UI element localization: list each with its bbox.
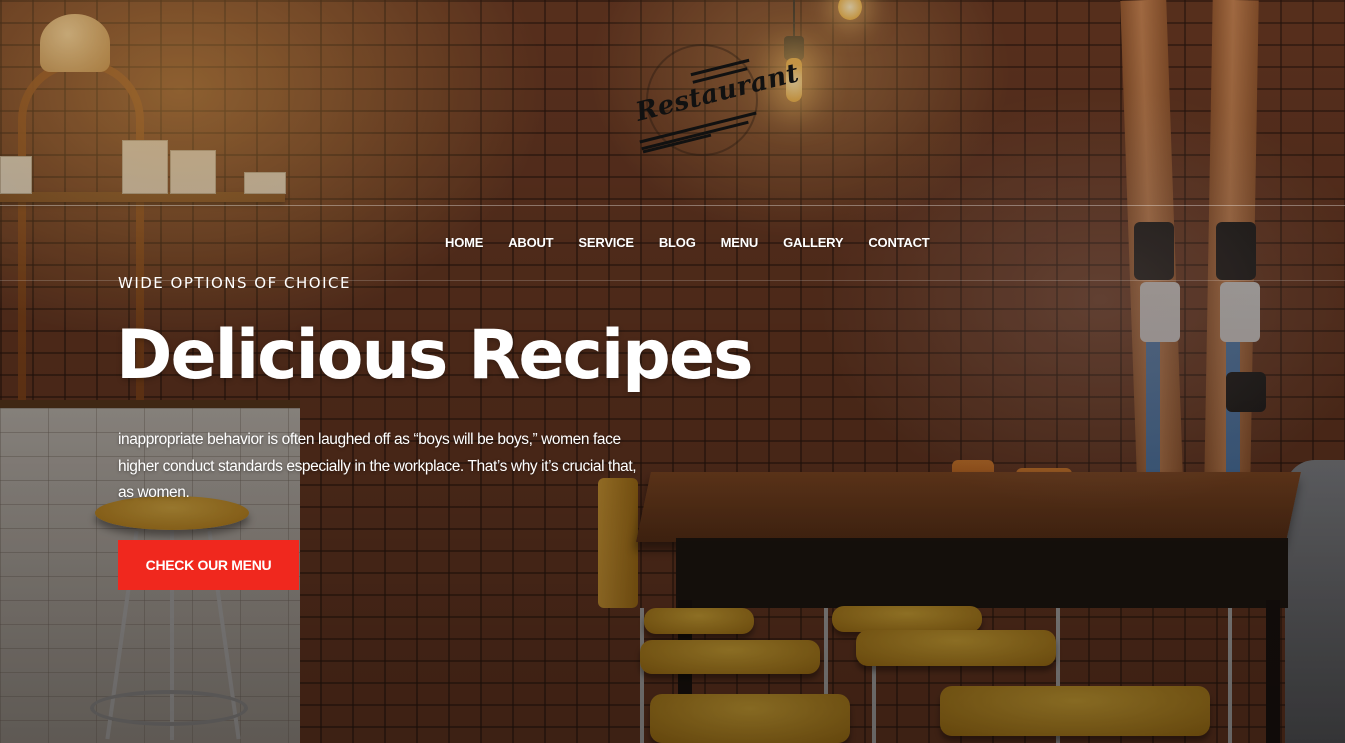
header-divider xyxy=(0,205,1345,206)
nav-item-blog[interactable]: BLOG xyxy=(659,235,696,250)
nav-item-home[interactable]: HOME xyxy=(445,235,483,250)
hero-description: inappropriate behavior is often laughed … xyxy=(118,431,637,501)
main-nav: HOME ABOUT SERVICE BLOG MENU GALLERY CON… xyxy=(445,235,955,250)
nav-item-service[interactable]: SERVICE xyxy=(578,235,634,250)
nav-item-gallery[interactable]: GALLERY xyxy=(783,235,843,250)
hero-eyebrow: WIDE OPTIONS OF CHOICE xyxy=(118,274,351,292)
nav-item-about[interactable]: ABOUT xyxy=(508,235,553,250)
check-menu-button[interactable]: CHECK OUR MENU xyxy=(118,540,299,590)
nav-item-contact[interactable]: CONTACT xyxy=(868,235,929,250)
nav-item-menu[interactable]: MENU xyxy=(721,235,759,250)
hero-title: Delicious Recipes xyxy=(116,316,753,395)
hero-section: Restaurant HOME ABOUT SERVICE BLOG MENU … xyxy=(0,0,1345,743)
restaurant-logo[interactable]: Restaurant xyxy=(632,44,802,156)
